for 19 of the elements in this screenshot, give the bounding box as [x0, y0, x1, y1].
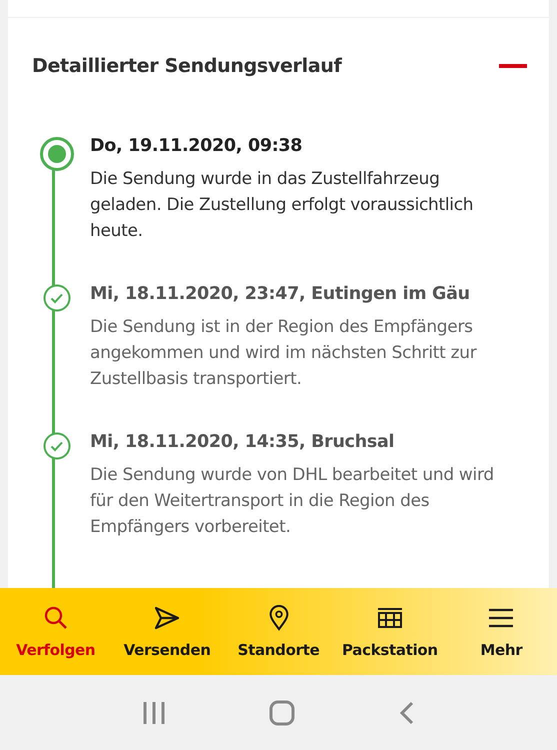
event-description: Die Sendung wurde in das Zustellfahrzeug geladen. Die Zustellung erfolgt voraussichtlich heute.: [90, 168, 474, 243]
event-heading: Mi, 18.11.2020, 14:35, Bruchsal: [90, 432, 396, 452]
event-description: Die Sendung wurde von DHL bearbeitet und wird für den Weitertransport in die Region des Empfängers vorbereitet.: [90, 464, 495, 539]
location-pin-icon: [268, 604, 290, 630]
home-icon[interactable]: [269, 700, 296, 726]
section-title: Detaillierter Sendungsverlauf: [31, 55, 342, 77]
search-icon: [42, 604, 69, 630]
recent-apps-icon[interactable]: [142, 700, 166, 724]
nav-tab[interactable]: Mehr: [446, 588, 557, 675]
event-heading: Do, 19.11.2020, 09:38: [90, 136, 304, 156]
nav-tab[interactable]: Standorte: [222, 588, 334, 675]
minus-icon: [499, 64, 527, 68]
event-description: Die Sendung ist in der Region des Empfängers angekommen und wird im nächsten Schritt zur Zustellbasis transportiert.: [90, 316, 478, 391]
nav-tab[interactable]: Versenden: [111, 588, 223, 675]
nav-tab[interactable]: Verfolgen: [0, 588, 112, 675]
nav-tab[interactable]: Packstation: [334, 588, 446, 675]
event-heading: Mi, 18.11.2020, 23:47, Eutingen im Gäu: [90, 284, 471, 304]
back-icon[interactable]: [399, 700, 416, 724]
paper-plane-icon: [154, 604, 180, 630]
